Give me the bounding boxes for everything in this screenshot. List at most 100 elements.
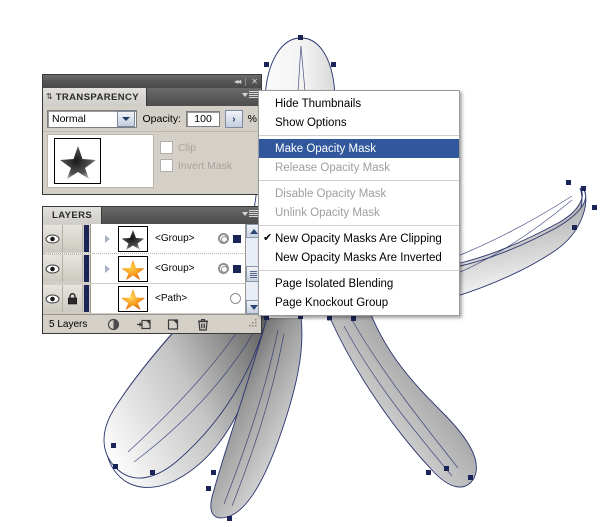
menu-item-new-opacity-masks-are-clipping[interactable]: ✔ New Opacity Masks Are Clipping	[259, 229, 459, 248]
menu-item-hide-thumbnails[interactable]: Hide Thumbnails	[259, 94, 459, 113]
table-row[interactable]: <Path>	[43, 284, 245, 314]
opacity-unit-label: %	[247, 113, 257, 125]
target-indicator-icon[interactable]	[230, 293, 241, 304]
hamburger-icon	[249, 91, 258, 98]
tab-transparency-label: TRANSPARENCY	[55, 91, 139, 103]
layer-list: <Group> <Group> <Path>	[43, 224, 245, 314]
panel-titlebar[interactable]: ◂◂ ✕	[42, 74, 262, 88]
layer-thumbnail	[118, 225, 148, 252]
layers-body: <Group> <Group> <Path> 5 Layers	[42, 224, 262, 334]
clip-mask-glyph	[108, 318, 120, 330]
layers-rows: <Group> <Group> <Path>	[43, 224, 261, 314]
layer-color-bar	[84, 225, 89, 252]
orange-star-icon	[121, 288, 145, 310]
layer-content[interactable]: <Group>	[91, 254, 245, 283]
object-thumbnail[interactable]	[54, 138, 101, 184]
mask-options: Clip Invert Mask	[160, 134, 232, 177]
menu-item-unlink-opacity-mask: Unlink Opacity Mask	[275, 206, 380, 219]
layer-thumbnail	[118, 285, 148, 312]
layer-gutter	[43, 224, 91, 253]
invert-mask-label: Invert Mask	[178, 159, 233, 172]
tab-grip-icon: ⇅	[46, 92, 53, 101]
layer-gutter	[43, 284, 91, 313]
opacity-stepper-icon[interactable]: ›	[225, 110, 243, 128]
chevron-right-icon[interactable]	[105, 234, 110, 243]
transparency-tab-row: ⇅ TRANSPARENCY	[42, 88, 262, 106]
layer-row-controls	[230, 293, 245, 304]
transparency-panel: ◂◂ ✕ ⇅ TRANSPARENCY Normal Opacity: 100 …	[42, 74, 262, 195]
menu-item-new-opacity-masks-are-inverted[interactable]: New Opacity Masks Are Inverted	[259, 248, 459, 267]
layer-name: <Path>	[155, 293, 188, 304]
panel-flyout-menu[interactable]: Hide Thumbnails Show Options Make Opacit…	[258, 90, 460, 316]
selection-swatch	[233, 234, 241, 243]
selection-swatch	[233, 264, 241, 273]
layer-gutter	[43, 254, 91, 283]
invert-mask-checkbox[interactable]	[160, 159, 173, 172]
eye-icon[interactable]	[43, 225, 63, 252]
eye-glyph	[45, 294, 60, 303]
lock-cell-empty[interactable]	[63, 255, 83, 282]
tab-transparency[interactable]: ⇅ TRANSPARENCY	[43, 88, 147, 106]
layers-flyout-menu-icon[interactable]	[242, 210, 258, 217]
tab-layers[interactable]: LAYERS	[43, 207, 103, 224]
panel-flyout-menu-icon[interactable]	[242, 91, 258, 98]
new-sublayer-icon[interactable]	[137, 318, 151, 331]
layers-tab-row: LAYERS	[42, 206, 262, 224]
mask-thumbnail-row: Clip Invert Mask	[43, 131, 261, 194]
layer-row-controls	[218, 233, 245, 244]
chevron-down-icon	[242, 92, 248, 97]
menu-separator	[259, 180, 459, 181]
layer-count-label: 5 Layers	[49, 318, 88, 330]
layers-panel: LAYERS <Group> <Group> <Path> 5 Layers	[42, 206, 262, 334]
new-sublayer-glyph	[137, 319, 151, 329]
chevron-down-icon[interactable]	[117, 111, 136, 127]
new-layer-glyph	[168, 318, 179, 330]
make-clipping-mask-icon[interactable]	[107, 318, 120, 331]
layer-name: <Group>	[155, 263, 195, 274]
lock-glyph	[67, 292, 77, 304]
chevron-down-icon	[242, 211, 248, 216]
eye-icon[interactable]	[43, 285, 63, 312]
table-row[interactable]: <Group>	[43, 254, 245, 284]
menu-item-page-isolated-blending[interactable]: Page Isolated Blending	[259, 274, 459, 293]
layer-name: <Group>	[155, 233, 195, 244]
blend-mode-select[interactable]: Normal	[47, 110, 138, 128]
table-row[interactable]: <Group>	[43, 224, 245, 254]
chevron-right-icon[interactable]	[105, 264, 110, 273]
invert-mask-option-row[interactable]: Invert Mask	[160, 159, 232, 172]
opacity-input[interactable]: 100	[186, 111, 221, 127]
clip-checkbox[interactable]	[160, 141, 173, 154]
check-icon: ✔	[263, 232, 273, 244]
tab-layers-label: LAYERS	[52, 210, 93, 221]
blend-and-opacity-row: Normal Opacity: 100 › %	[43, 106, 261, 131]
delete-layer-icon[interactable]	[197, 318, 210, 331]
layer-content[interactable]: <Path>	[91, 284, 245, 313]
menu-item-release-opacity-mask: Release Opacity Mask	[275, 161, 391, 174]
transparency-thumbnail-well[interactable]	[47, 134, 154, 188]
lock-cell-empty[interactable]	[63, 225, 83, 252]
menu-item-make-opacity-mask[interactable]: Make Opacity Mask	[259, 139, 459, 158]
eye-glyph	[45, 264, 60, 273]
black-star-icon	[121, 229, 145, 250]
lock-icon[interactable]	[63, 285, 83, 312]
menu-item-show-options[interactable]: Show Options	[259, 113, 459, 132]
resize-grip-icon[interactable]	[249, 319, 258, 331]
layer-color-bar	[84, 285, 89, 312]
menu-item-label: New Opacity Masks Are Clipping	[275, 232, 442, 245]
blend-mode-value: Normal	[52, 113, 86, 125]
layer-content[interactable]: <Group>	[91, 224, 245, 253]
target-indicator-icon[interactable]	[218, 233, 229, 244]
close-icon[interactable]: ✕	[249, 77, 259, 86]
collapse-panel-icon[interactable]: ◂◂	[232, 77, 242, 86]
clip-option-row[interactable]: Clip	[160, 141, 232, 154]
new-layer-icon[interactable]	[167, 318, 180, 331]
target-indicator-icon[interactable]	[218, 263, 229, 274]
eye-glyph	[45, 234, 60, 243]
transparency-panel-body: Normal Opacity: 100 › % Clip Invert Mask	[42, 106, 262, 195]
layers-footer: 5 Layers	[43, 314, 261, 333]
eye-icon[interactable]	[43, 255, 63, 282]
trash-glyph	[198, 318, 209, 331]
layer-row-controls	[218, 263, 245, 274]
hamburger-icon	[249, 210, 258, 217]
menu-item-page-knockout-group[interactable]: Page Knockout Group	[259, 293, 459, 312]
